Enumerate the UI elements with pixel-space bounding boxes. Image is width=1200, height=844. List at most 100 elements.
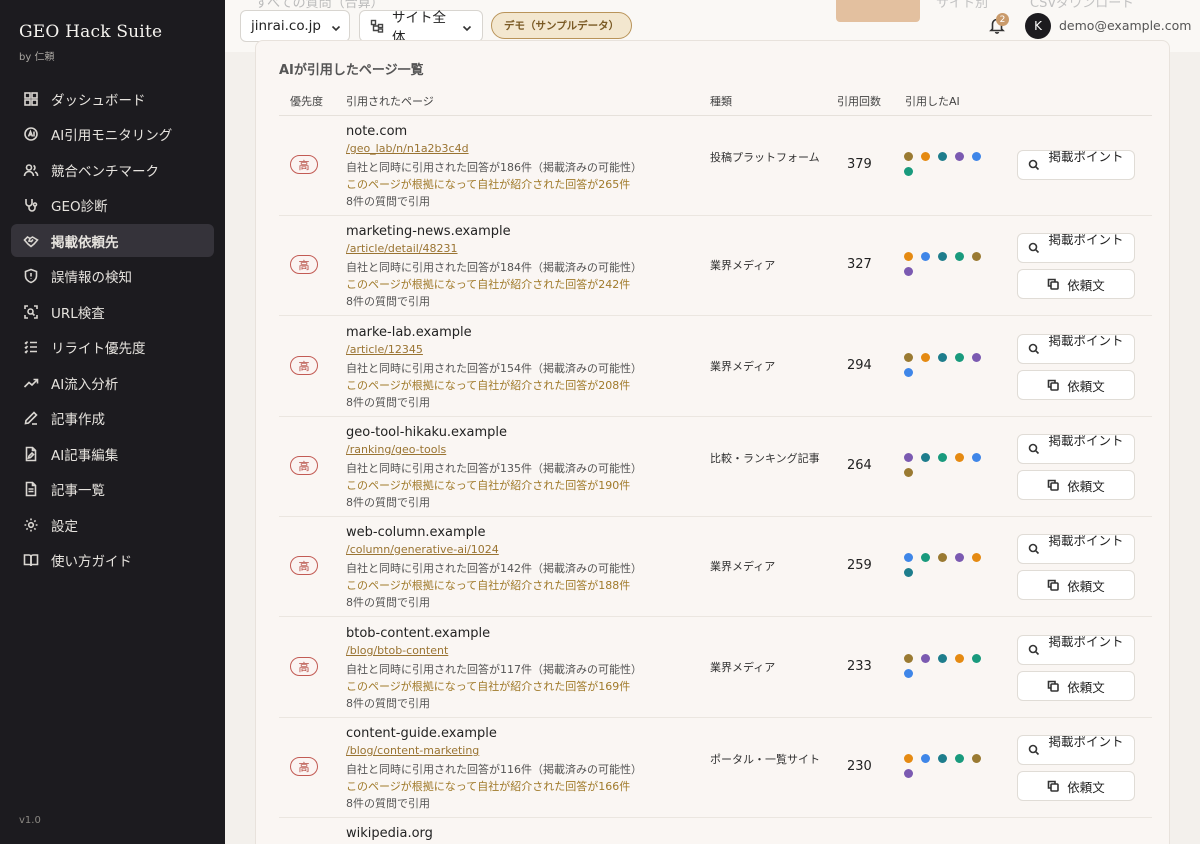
page-type: 業界メディア [710, 360, 776, 373]
ai-dots [904, 152, 988, 176]
evidence-text: このページが根拠になって自社が紹介された回答が242件 [346, 278, 631, 291]
point-button[interactable]: 掲載ポイント [1017, 534, 1135, 564]
question-filter-select[interactable]: すべての質問（合算） [255, 0, 825, 10]
sidebar-item-label: 設定 [51, 518, 78, 535]
page-path-link[interactable]: /geo_lab/n/n1a2b3c4d [346, 142, 469, 155]
sidebar-item[interactable]: AI引用モニタリング [11, 118, 214, 151]
copy-icon [1047, 479, 1060, 491]
request-button[interactable]: 依頼文 [1017, 370, 1135, 400]
ai-dot [921, 553, 930, 562]
priority-badge: 高 [290, 456, 318, 475]
priority-badge: 高 [290, 356, 318, 375]
sidebar-item-label: ダッシュボード [51, 92, 146, 109]
ai-dot [955, 754, 964, 763]
priority-badge: 高 [290, 657, 318, 676]
sidebar-item[interactable]: URL検査 [11, 295, 214, 328]
gear-icon [23, 517, 39, 533]
point-button[interactable]: 掲載ポイント [1017, 635, 1135, 665]
point-button[interactable]: 掲載ポイント [1017, 334, 1135, 364]
header-count: 引用回数 [837, 95, 881, 108]
request-button[interactable]: 依頼文 [1017, 470, 1135, 500]
evidence-text: このページが根拠になって自社が紹介された回答が190件 [346, 479, 631, 492]
sidebar-item[interactable]: AI記事編集 [11, 437, 214, 470]
page-path-link[interactable]: /blog/btob-content [346, 644, 448, 657]
domain-select[interactable]: jinrai.co.jp [240, 10, 350, 42]
sidebar-item[interactable]: AI流入分析 [11, 366, 214, 399]
question-count-text: 8件の質問で引用 [346, 295, 430, 308]
sidebar-item[interactable]: 掲載依頼先 [11, 224, 214, 257]
ai-dots [904, 754, 988, 778]
sidebar-nav: ダッシュボード AI引用モニタリング競合ベンチマーク GEO診断 掲載依頼先誤情報の検… [11, 82, 214, 579]
page-path-link[interactable]: /article/detail/48231 [346, 242, 458, 255]
app-logo[interactable]: GEO Hack Suite [19, 22, 162, 42]
co-cited-text: 自社と同時に引用された回答が117件（掲載済みの可能性） [346, 663, 642, 676]
ai-dot [904, 167, 913, 176]
list-checks-icon [23, 339, 39, 355]
request-button[interactable]: 依頼文 [1017, 671, 1135, 701]
page-path-link[interactable]: /article/12345 [346, 343, 423, 356]
header-priority: 優先度 [290, 95, 323, 108]
evidence-text: このページが根拠になって自社が紹介された回答が208件 [346, 379, 631, 392]
co-cited-text: 自社と同時に引用された回答が135件（掲載済みの可能性） [346, 462, 642, 475]
point-button[interactable]: 掲載ポイント [1017, 735, 1135, 765]
sidebar-item[interactable]: 記事一覧 [11, 473, 214, 506]
copy-icon [1047, 379, 1060, 391]
point-button[interactable]: 掲載ポイント [1017, 150, 1135, 180]
request-button[interactable]: 依頼文 [1017, 570, 1135, 600]
site-tab[interactable]: サイト別 [936, 0, 988, 11]
search-icon [1028, 242, 1040, 254]
book-icon [23, 552, 39, 568]
request-button-label: 依頼文 [1067, 779, 1105, 795]
sidebar-item[interactable]: 使い方ガイド [11, 544, 214, 577]
avatar[interactable]: K [1025, 13, 1051, 39]
question-count-text: 8件の質問で引用 [346, 596, 430, 609]
page-path-link[interactable]: /blog/content-marketing [346, 744, 479, 757]
sidebar-item-label: 誤情報の検知 [51, 270, 132, 286]
sidebar-item[interactable]: 競合ベンチマーク [11, 153, 214, 186]
request-button[interactable]: 依頼文 [1017, 771, 1135, 801]
sidebar-item[interactable]: GEO診断 [11, 189, 214, 222]
search-icon [1028, 343, 1040, 355]
ai-dot [955, 152, 964, 161]
request-button[interactable]: 依頼文 [1017, 269, 1135, 299]
ai-dot [904, 568, 913, 577]
priority-badge: 高 [290, 155, 318, 174]
co-cited-text: 自社と同時に引用された回答が142件（掲載済みの可能性） [346, 562, 642, 575]
sidebar-item-label: AI引用モニタリング [51, 128, 173, 144]
sidebar-item[interactable]: 誤情報の検知 [11, 260, 214, 293]
sidebar-item[interactable]: 設定 [11, 508, 214, 541]
ai-icon [23, 126, 39, 142]
table-row: 高 note.com/geo_lab/n/n1a2b3c4d 自社と同時に引用された… [279, 116, 1152, 216]
question-count-text: 8件の質問で引用 [346, 195, 430, 208]
point-button[interactable]: 掲載ポイント [1017, 233, 1135, 263]
pencil-icon [23, 410, 39, 426]
ai-dot [938, 353, 947, 362]
ai-dot [904, 553, 913, 562]
ghost-primary-button[interactable] [836, 0, 920, 22]
app-version: v1.0 [19, 815, 41, 826]
priority-badge: 高 [290, 255, 318, 274]
copy-icon [1047, 780, 1060, 792]
sidebar-item[interactable]: リライト優先度 [11, 331, 214, 364]
sidebar-item-label: AI流入分析 [51, 376, 119, 393]
page-type: 業界メディア [710, 560, 776, 573]
sidebar-item[interactable]: ダッシュボード [11, 82, 214, 115]
page-domain: btob-content.example [346, 626, 491, 641]
page-type: 比較・ランキング記事 [710, 452, 820, 465]
evidence-text: このページが根拠になって自社が紹介された回答が166件 [346, 780, 631, 793]
page-path-link[interactable]: /ranking/geo-tools [346, 443, 446, 456]
ai-dots [904, 353, 988, 377]
copy-icon [1047, 278, 1060, 290]
table-row: 高 content-guide.example/blog/content-mark… [279, 718, 1152, 818]
page-path-link[interactable]: /column/generative-ai/1024 [346, 543, 499, 556]
point-button[interactable]: 掲載ポイント [1017, 434, 1135, 464]
sidebar-item[interactable]: 記事作成 [11, 402, 214, 435]
file-edit-icon [23, 446, 39, 462]
sidebar-item-label: 使い方ガイド [51, 554, 132, 570]
ai-dot [904, 654, 913, 663]
point-button-label: 掲載ポイント [1048, 233, 1124, 247]
csv-download-button[interactable]: CSVダウンロード [1030, 0, 1134, 11]
ai-dot [938, 453, 947, 462]
citation-count: 233 [847, 659, 872, 674]
scope-select[interactable]: サイト全体 [359, 10, 483, 46]
